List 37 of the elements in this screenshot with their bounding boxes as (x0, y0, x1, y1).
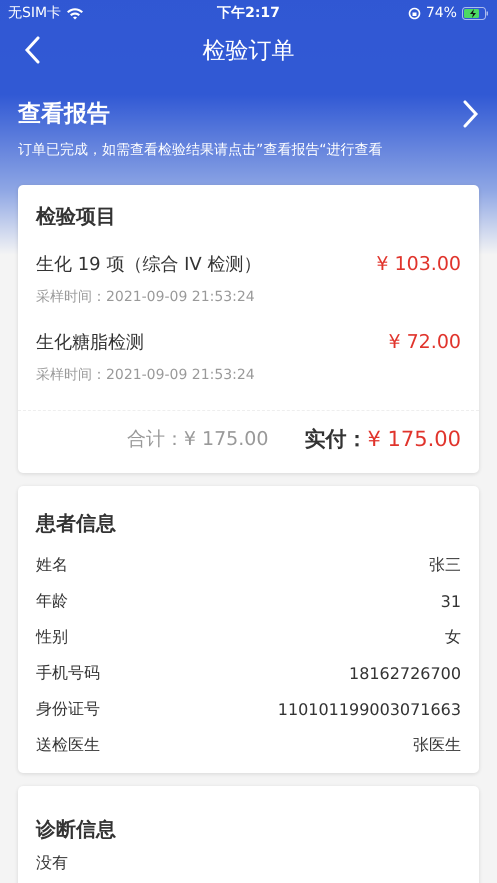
field-label: 年龄 (36, 590, 68, 612)
card-title: 检验项目 (36, 203, 117, 230)
diagnosis-text: 没有 (36, 853, 69, 874)
field-value: 110101199003071663 (278, 700, 461, 718)
field-label: 姓名 (36, 554, 68, 576)
total-label: 合计： (126, 427, 184, 452)
field-label: 手机号码 (36, 662, 100, 684)
rotation-lock-icon (408, 6, 421, 20)
test-name: 生化糖脂检测 (36, 331, 144, 354)
test-price: ¥ 72.00 (388, 331, 461, 353)
field-value: 女 (445, 626, 461, 648)
view-report-link[interactable]: 查看报告 (18, 98, 110, 129)
card-title: 患者信息 (36, 510, 117, 537)
wifi-icon (66, 6, 84, 20)
card-title: 诊断信息 (36, 816, 117, 843)
page-title: 检验订单 (202, 36, 294, 66)
carrier-text: 无SIM卡 (8, 4, 62, 22)
field-label: 性别 (36, 626, 68, 648)
field-label: 送检医生 (36, 734, 100, 756)
battery-icon (462, 6, 489, 20)
clock-text: 下午2:17 (217, 4, 280, 22)
field-label: 身份证号 (36, 698, 100, 720)
test-price: ¥ 103.00 (376, 253, 461, 275)
sample-time: 采样时间：2021-09-09 21:53:24 (36, 366, 256, 384)
report-hint: 订单已完成，如需查看检验结果请点击”查看报告“进行查看 (18, 141, 384, 159)
field-value: 18162726700 (349, 664, 461, 682)
field-value: 31 (440, 592, 461, 610)
total-amount: ¥ 175.00 (184, 428, 268, 450)
paid-label: 实付： (304, 426, 368, 453)
field-value: 张医生 (413, 734, 461, 756)
sample-time: 采样时间：2021-09-09 21:53:24 (36, 288, 256, 306)
test-name: 生化 19 项（综合 IV 检测） (36, 253, 262, 276)
battery-text: 74% (426, 5, 457, 21)
field-value: 张三 (429, 554, 461, 576)
chevron-right-icon[interactable] (463, 100, 479, 128)
paid-amount: ¥ 175.00 (367, 427, 461, 451)
back-icon[interactable] (24, 36, 40, 64)
